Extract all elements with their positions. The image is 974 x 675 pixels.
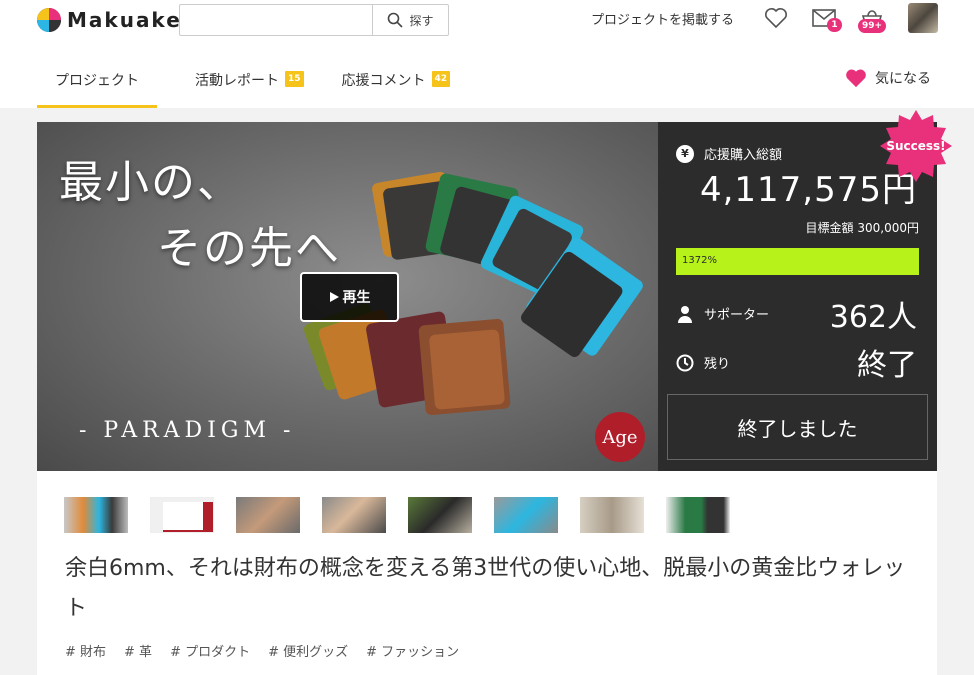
progress-bar: 1372%: [676, 248, 919, 275]
yen-icon: ¥: [676, 144, 694, 163]
makuake-logo[interactable]: Makuake: [37, 8, 182, 32]
thumbnail[interactable]: [408, 497, 472, 533]
tag-list: # 財布 # 革 # プロダクト # 便利グッズ # ファッション: [65, 641, 459, 660]
project-tabs: プロジェクト 活動レポート 15 応援コメント 42: [37, 58, 488, 108]
goal-amount: 目標金額 300,000円: [805, 221, 919, 235]
total-row: ¥ 応援購入総額: [676, 144, 782, 163]
supporters-count: 362人: [829, 300, 917, 335]
tab-count-badge: 15: [285, 71, 304, 87]
tab-count-badge: 42: [431, 71, 451, 87]
logo-mark-icon: [37, 8, 61, 32]
remaining-value: 終了: [857, 348, 917, 383]
tag-link[interactable]: # 革: [124, 641, 152, 660]
search-button[interactable]: 探す: [372, 5, 448, 35]
play-label: 再生: [342, 290, 371, 306]
watch-button[interactable]: 気になる: [845, 68, 931, 88]
hero-title-line1: 最小の、: [59, 157, 243, 208]
thumbnail[interactable]: [64, 497, 128, 533]
tab-label: 活動レポート: [195, 73, 279, 89]
favorites-button[interactable]: [764, 6, 788, 30]
remaining-row: 残り: [676, 353, 730, 372]
play-icon: [329, 292, 339, 302]
thumbnail-strip: [64, 497, 730, 533]
supporters-label: サポーター: [704, 308, 770, 323]
tag-link[interactable]: # 便利グッズ: [268, 641, 348, 660]
tag-link[interactable]: # 財布: [65, 641, 106, 660]
hero-title-line2: その先へ: [157, 223, 341, 274]
person-icon: [678, 305, 692, 323]
hero-brand-text: - PARADIGM -: [79, 418, 296, 443]
search-icon: [388, 12, 404, 28]
site-header: Makuake 探す プロジェクトを掲載する 1 99+ プロジェクト 活動レポ…: [0, 0, 974, 108]
search-input[interactable]: [180, 5, 372, 35]
thumbnail[interactable]: [494, 497, 558, 533]
play-video-button[interactable]: 再生: [300, 272, 399, 322]
tag-link[interactable]: # ファッション: [366, 641, 459, 660]
heart-outline-icon: [765, 8, 787, 29]
hero-image: 最小の、 その先へ - PARADIGM - 再生 Age: [37, 122, 658, 471]
cart-count-badge: 99+: [858, 19, 887, 33]
message-count-badge: 1: [827, 18, 842, 32]
project-content: 余白6mm、それは財布の概念を変える第3世代の使い心地、脱最小の黄金比ウォレット…: [37, 471, 937, 675]
clock-icon: [676, 354, 694, 371]
messages-button[interactable]: 1: [812, 6, 842, 32]
search-box: 探す: [179, 4, 449, 36]
header-actions: プロジェクトを掲載する 1 99+: [591, 0, 938, 36]
thumbnail[interactable]: [580, 497, 644, 533]
remaining-label: 残り: [704, 357, 731, 372]
heart-filled-icon: [846, 69, 866, 88]
thumbnail[interactable]: [236, 497, 300, 533]
brand-logo: Age: [595, 412, 645, 462]
tab-label: 応援コメント: [341, 73, 426, 89]
thumbnail[interactable]: [666, 497, 730, 533]
watch-label: 気になる: [875, 71, 931, 87]
logo-text: Makuake: [67, 8, 182, 32]
user-avatar[interactable]: [908, 3, 938, 33]
supporters-row: サポーター: [676, 304, 769, 323]
tab-comments[interactable]: 応援コメント 42: [342, 58, 451, 108]
post-project-link[interactable]: プロジェクトを掲載する: [591, 9, 734, 28]
thumbnail[interactable]: [322, 497, 386, 533]
cart-button[interactable]: 99+: [858, 6, 887, 33]
tag-link[interactable]: # プロダクト: [170, 641, 250, 660]
thumbnail[interactable]: [150, 497, 214, 533]
search-button-label: 探す: [409, 13, 434, 28]
tab-label: プロジェクト: [55, 73, 139, 89]
tab-activity-report[interactable]: 活動レポート 15: [195, 58, 304, 108]
project-title: 余白6mm、それは財布の概念を変える第3世代の使い心地、脱最小の黄金比ウォレット: [65, 556, 906, 621]
project-ended-button[interactable]: 終了しました: [667, 394, 928, 460]
tab-project[interactable]: プロジェクト: [37, 58, 157, 108]
success-badge: Success!: [886, 139, 946, 153]
total-label: 応援購入総額: [704, 148, 783, 163]
progress-percent: 1372%: [682, 255, 717, 266]
